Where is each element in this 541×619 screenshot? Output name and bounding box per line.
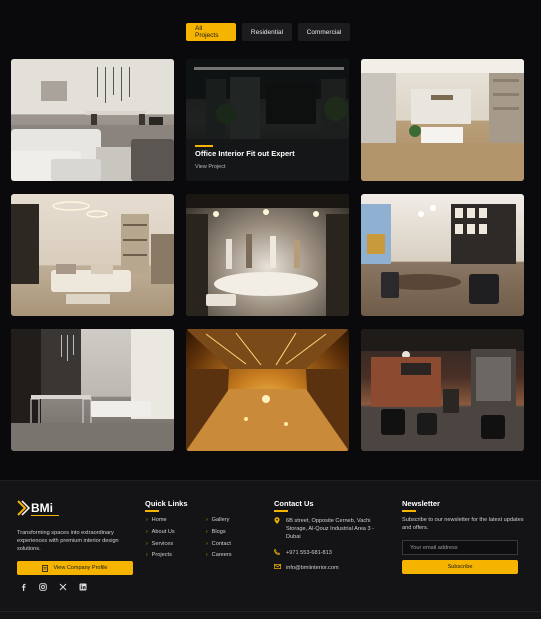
quick-links-col-1: › Home › About Us › Services › Projects	[146, 517, 175, 564]
footer-link-careers[interactable]: › Careers	[206, 552, 232, 564]
hover-overlay	[186, 59, 349, 181]
project-tile-hovered[interactable]: Office Interior Fit out Expert View Proj…	[186, 59, 349, 181]
project-tile[interactable]	[11, 59, 174, 181]
project-filter-tabs: All Projects Residential Commercial	[186, 23, 350, 41]
footer-link-services[interactable]: › Services	[146, 541, 175, 553]
newsletter-heading: Newsletter	[402, 499, 440, 512]
quick-links-heading: Quick Links	[145, 499, 188, 512]
project-image-lounge	[11, 194, 174, 316]
mail-icon	[274, 564, 281, 572]
linkedin-icon[interactable]	[79, 583, 87, 591]
social-links	[19, 583, 87, 591]
contact-address: 6B street, Opposite Cerneb, Vachi Storag…	[274, 517, 386, 541]
project-tile[interactable]	[361, 329, 524, 451]
footer-link-blogs[interactable]: › Blogs	[206, 529, 232, 541]
x-icon[interactable]	[59, 583, 67, 591]
contact-email[interactable]: info@bmiinterior.com	[274, 564, 339, 572]
overlay-accent-bar	[195, 145, 213, 147]
site-footer: BMi Transforming spaces into extraordina…	[0, 480, 541, 619]
project-gallery: Office Interior Fit out Expert View Proj…	[11, 59, 524, 451]
bmi-logo-icon: BMi	[17, 500, 59, 516]
project-image-retail-store	[186, 194, 349, 316]
phone-icon	[274, 548, 281, 558]
phone-text: +971 553-681-813	[286, 550, 332, 556]
project-tile[interactable]	[361, 194, 524, 316]
footer-link-home[interactable]: › Home	[146, 517, 175, 529]
footer-link-gallery[interactable]: › Gallery	[206, 517, 232, 529]
project-tile[interactable]	[361, 59, 524, 181]
footer-link-about[interactable]: › About Us	[146, 529, 175, 541]
project-image-living-room	[11, 59, 174, 181]
footer-link-projects[interactable]: › Projects	[146, 552, 175, 564]
footer-divider	[0, 611, 541, 612]
quick-links-col-2: › Gallery › Blogs › Contact › Careers	[206, 517, 232, 564]
company-tagline: Transforming spaces into extraordinary e…	[17, 530, 119, 552]
profile-button-label: View Company Profile	[53, 565, 108, 571]
filter-all-projects[interactable]: All Projects	[186, 23, 236, 41]
instagram-icon[interactable]	[39, 583, 47, 591]
contact-heading: Contact Us	[274, 499, 314, 512]
project-tile[interactable]	[11, 329, 174, 451]
svg-text:BMi: BMi	[31, 501, 53, 515]
project-image-mall	[186, 329, 349, 451]
email-text: info@bmiinterior.com	[286, 565, 339, 571]
address-text: 6B street, Opposite Cerneb, Vachi Storag…	[286, 518, 374, 540]
brand-logo[interactable]: BMi	[17, 498, 63, 518]
contact-phone[interactable]: +971 553-681-813	[274, 548, 332, 558]
location-pin-icon	[274, 517, 280, 541]
project-title: Office Interior Fit out Expert	[195, 149, 295, 158]
view-project-link[interactable]: View Project	[195, 164, 225, 170]
project-image-dining	[11, 329, 174, 451]
project-image-restaurant	[361, 194, 524, 316]
filter-residential[interactable]: Residential	[242, 23, 292, 41]
newsletter-email-input[interactable]	[402, 540, 518, 555]
subscribe-button[interactable]: Subscribe	[402, 560, 518, 574]
project-tile[interactable]	[11, 194, 174, 316]
footer-link-contact[interactable]: › Contact	[206, 541, 232, 553]
view-company-profile-button[interactable]: View Company Profile	[17, 561, 133, 575]
facebook-icon[interactable]	[19, 583, 27, 591]
document-icon	[42, 564, 49, 572]
project-tile[interactable]	[186, 329, 349, 451]
project-image-salon	[361, 329, 524, 451]
project-image-reception	[361, 59, 524, 181]
newsletter-description: Subscribe to our newsletter for the late…	[402, 517, 524, 531]
project-tile[interactable]	[186, 194, 349, 316]
filter-commercial[interactable]: Commercial	[298, 23, 350, 41]
